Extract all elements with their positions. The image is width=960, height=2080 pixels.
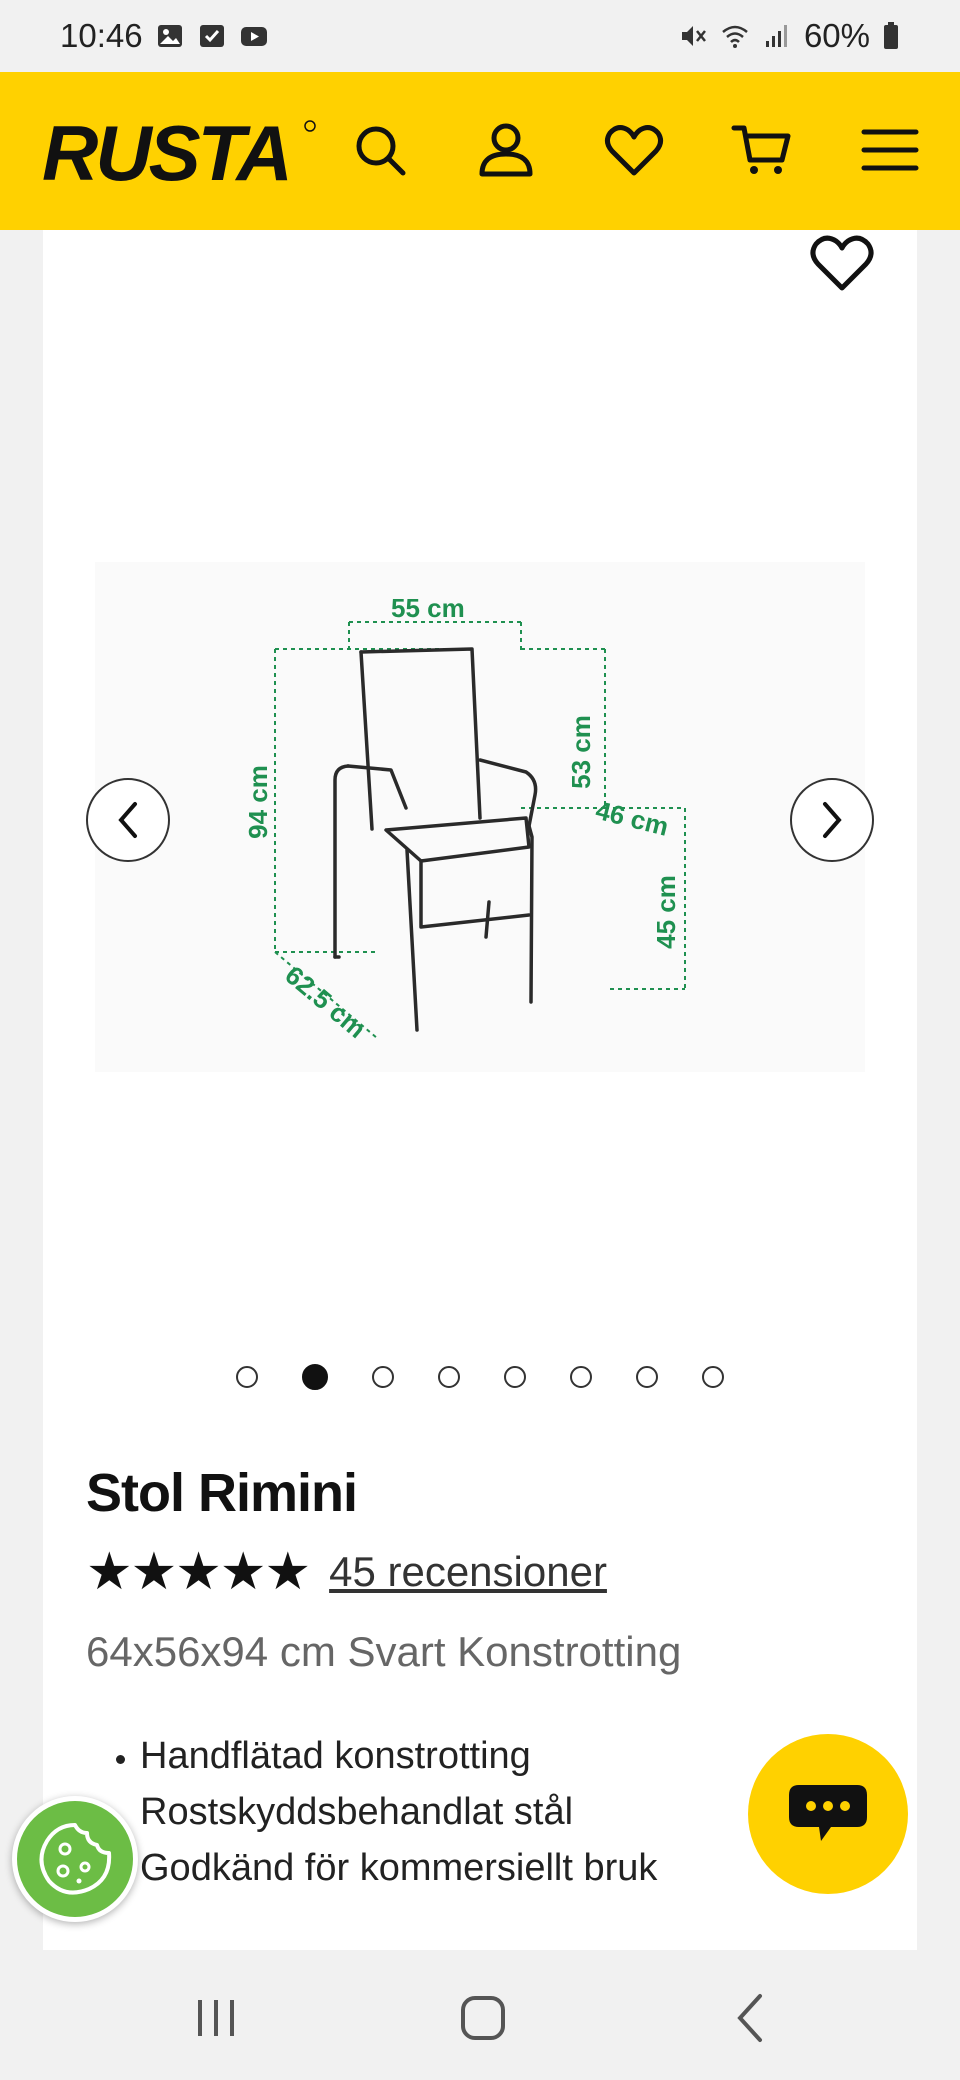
cookie-settings-button[interactable] bbox=[12, 1796, 138, 1922]
back-icon[interactable] bbox=[722, 1988, 782, 2048]
chat-icon bbox=[789, 1785, 867, 1841]
status-bar: 10:46 60% bbox=[0, 0, 960, 72]
youtube-notification-icon bbox=[240, 27, 267, 46]
feature-item: Handflätad konstrotting bbox=[140, 1728, 657, 1784]
reviews-link[interactable]: 45 recensioner bbox=[329, 1548, 607, 1596]
favorite-heart-icon[interactable] bbox=[808, 232, 876, 292]
gallery-dot[interactable] bbox=[570, 1366, 592, 1388]
gallery-dot[interactable] bbox=[504, 1366, 526, 1388]
gallery-dot[interactable] bbox=[636, 1366, 658, 1388]
product-title: Stol Rimini bbox=[86, 1463, 358, 1523]
gallery-dot[interactable] bbox=[702, 1366, 724, 1388]
status-time: 10:46 bbox=[60, 17, 143, 54]
dimension-seat-height: 45 cm bbox=[651, 875, 681, 949]
gallery-next-button[interactable] bbox=[790, 778, 874, 862]
gallery-pagination bbox=[0, 1364, 960, 1396]
dimension-total-height: 94 cm bbox=[243, 765, 273, 839]
svg-text:RUSTA: RUSTA bbox=[42, 109, 290, 194]
gallery-dot-active[interactable] bbox=[302, 1364, 328, 1390]
feature-item: Godkänd för kommersiellt bruk bbox=[140, 1847, 658, 1889]
product-card bbox=[43, 230, 917, 1950]
recent-apps-icon[interactable] bbox=[186, 1988, 246, 2048]
user-icon[interactable] bbox=[474, 118, 538, 182]
system-navigation-bar bbox=[0, 1950, 960, 2080]
gallery-dot[interactable] bbox=[236, 1366, 258, 1388]
rusta-logo[interactable]: RUSTA bbox=[40, 108, 320, 194]
cart-icon[interactable] bbox=[730, 118, 794, 182]
search-icon[interactable] bbox=[348, 118, 412, 182]
home-icon[interactable] bbox=[453, 1988, 513, 2048]
cookie-icon bbox=[39, 1823, 112, 1895]
product-features: Handflätad konstrotting Rostskyddsbehand… bbox=[108, 1728, 657, 1896]
site-header: RUSTA bbox=[0, 72, 960, 230]
menu-icon[interactable] bbox=[858, 118, 922, 182]
check-notification-icon bbox=[199, 25, 224, 47]
gallery-prev-button[interactable] bbox=[86, 778, 170, 862]
gallery-notification-icon bbox=[157, 25, 182, 47]
product-image-chair-dimensions[interactable]: 55 cm 53 cm 94 cm 46 cm 45 cm 62.5 cm bbox=[95, 562, 865, 1072]
product-subtitle: 64x56x94 cm Svart Konstrotting bbox=[86, 1628, 682, 1675]
chat-button[interactable] bbox=[748, 1734, 908, 1894]
heart-icon[interactable] bbox=[602, 118, 666, 182]
chevron-left-icon bbox=[118, 802, 137, 838]
gallery-dot[interactable] bbox=[372, 1366, 394, 1388]
wifi-icon bbox=[722, 25, 748, 48]
rating-stars: ★★★★★ bbox=[86, 1543, 311, 1601]
signal-icon bbox=[765, 25, 787, 47]
mute-icon bbox=[681, 26, 706, 46]
battery-icon bbox=[884, 22, 898, 49]
product-rating: ★★★★★ 45 recensioner bbox=[86, 1546, 607, 1598]
dimension-width: 55 cm bbox=[391, 593, 465, 623]
gallery-dot[interactable] bbox=[438, 1366, 460, 1388]
dimension-back-height: 53 cm bbox=[566, 715, 596, 789]
battery-percent: 60% bbox=[803, 17, 870, 54]
feature-item: Rostskyddsbehandlat stål bbox=[140, 1791, 574, 1833]
chevron-right-icon bbox=[823, 802, 842, 838]
